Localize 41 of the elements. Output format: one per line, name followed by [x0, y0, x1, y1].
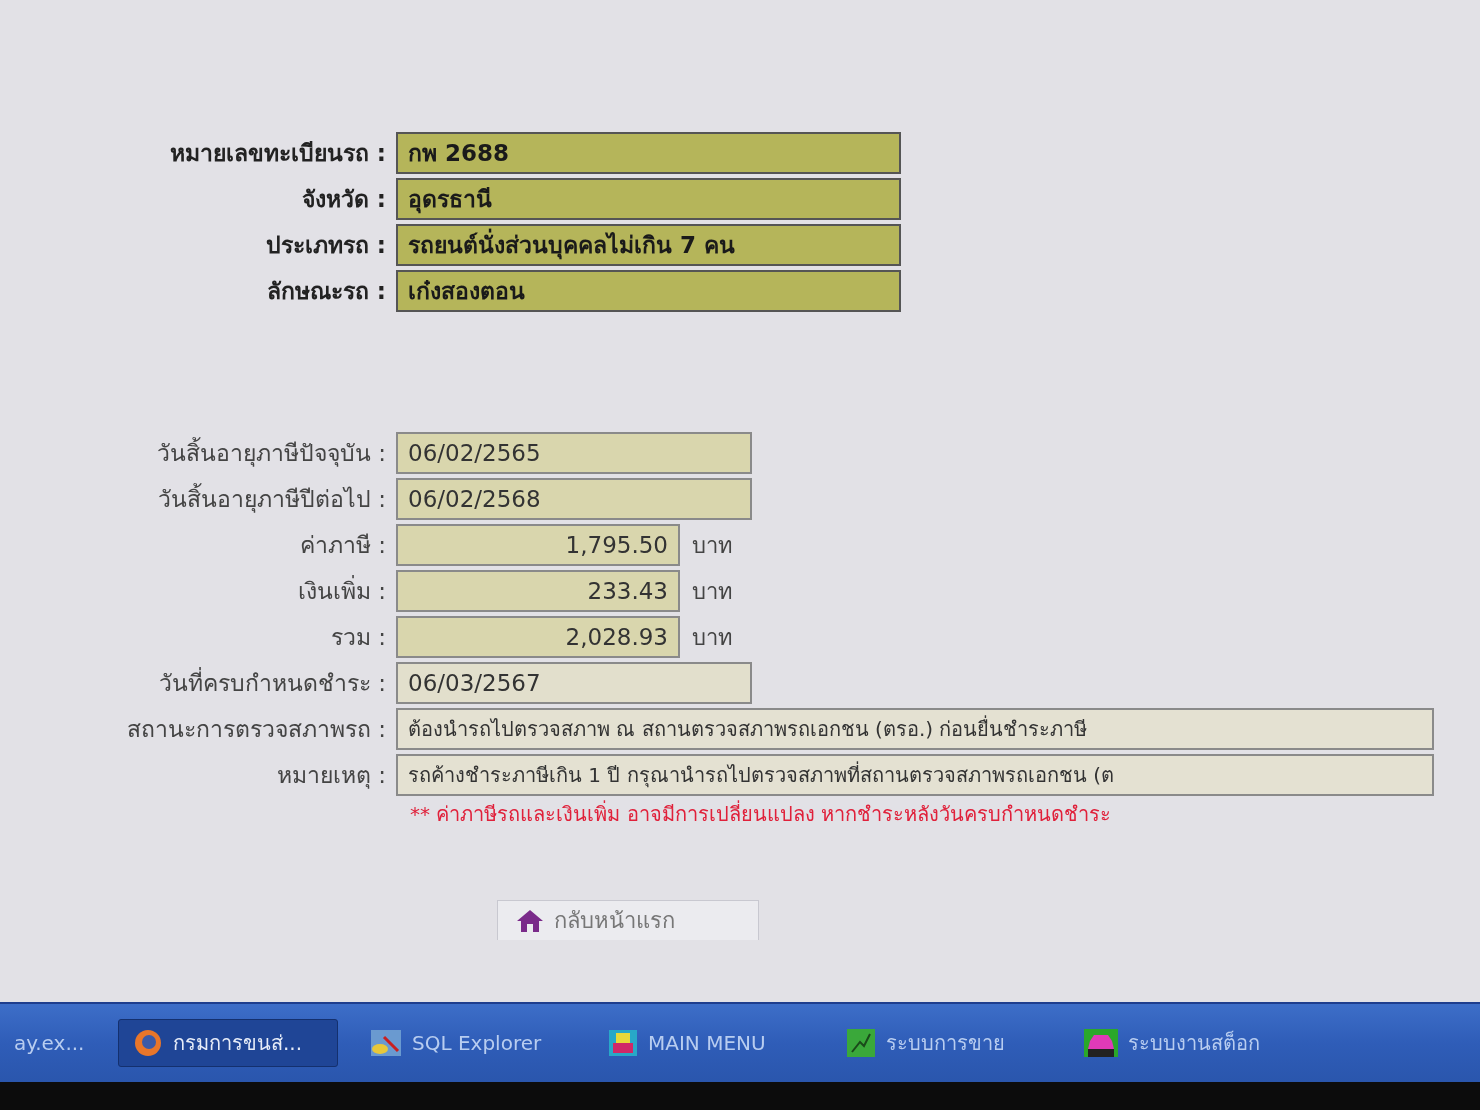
taskbar-button[interactable]: ระบบงานสต็อก	[1070, 1019, 1290, 1067]
field-label: วันสิ้นอายุภาษีปัจจุบัน :	[0, 435, 396, 471]
taskbar-button[interactable]: SQL Explorer	[356, 1019, 576, 1067]
field-label: หมายเหตุ :	[275, 761, 387, 791]
field-label: สถานะการตรวจสภาพรถ :	[125, 715, 387, 744]
database-icon	[370, 1029, 402, 1057]
warning-note: ** ค่าภาษีรถและเงินเพิ่ม อาจมีการเปลี่ยนแปลง หากชำระหลังวันครบกำหนดชำระ	[409, 799, 1113, 828]
field-label: ค่าภาษี :	[298, 531, 387, 560]
field-value: เก๋งสองตอน	[396, 270, 901, 312]
field-value: รถค้างชำระภาษีเกิน 1 ปี กรุณานำรถไปตรวจสภาพที่สถานตรวจสภาพรถเอกชน (ต	[396, 754, 1434, 796]
home-button[interactable]: กลับหน้าแรก	[497, 900, 759, 940]
field-value: 233.43	[396, 570, 680, 612]
field-value: ต้องนำรถไปตรวจสภาพ ณ สถานตรวจสภาพรถเอกชน (ตรอ.) ก่อนยื่นชำระภาษี	[396, 708, 1434, 750]
car-icon	[1084, 1029, 1118, 1057]
field-value: 06/03/2567	[396, 662, 752, 704]
home-icon	[516, 908, 544, 933]
unit-label: บาท	[692, 577, 733, 606]
field-label: หมายเลขทะเบียนรถ :	[168, 139, 387, 168]
field-value: รถยนต์นั่งส่วนบุคคลไม่เกิน 7 คน	[396, 224, 901, 266]
field-value: 2,028.93	[396, 616, 680, 658]
field-label: วันที่ครบกำหนดชำระ :	[0, 665, 396, 701]
globe-icon	[133, 1028, 163, 1058]
taskbar-button[interactable]: ay.ex...	[0, 1019, 100, 1067]
field-value: กพ 2688	[396, 132, 901, 174]
taskbar-button[interactable]: MAIN MENU	[594, 1019, 814, 1067]
taskbar-button[interactable]: ระบบการขาย	[832, 1019, 1052, 1067]
field-value: 06/02/2568	[396, 478, 752, 520]
field-label: วันสิ้นอายุภาษีปีต่อไป :	[0, 481, 396, 517]
field-value: อุดรธานี	[396, 178, 901, 220]
field-label: เงินเพิ่ม :	[0, 573, 396, 609]
field-value: 06/02/2565	[396, 432, 752, 474]
field-label: ประเภทรถ :	[264, 231, 387, 260]
taskbar-button[interactable]: กรมการขนส่...	[118, 1019, 338, 1067]
field-label: รวม :	[329, 623, 387, 652]
field-label: จังหวัด :	[300, 185, 387, 214]
field-label: ลักษณะรถ :	[265, 277, 387, 306]
unit-label: บาท	[692, 531, 733, 560]
chart-icon	[846, 1028, 876, 1058]
app-icon	[608, 1029, 638, 1057]
field-value: 1,795.50	[396, 524, 680, 566]
unit-label: บาท	[692, 623, 733, 652]
